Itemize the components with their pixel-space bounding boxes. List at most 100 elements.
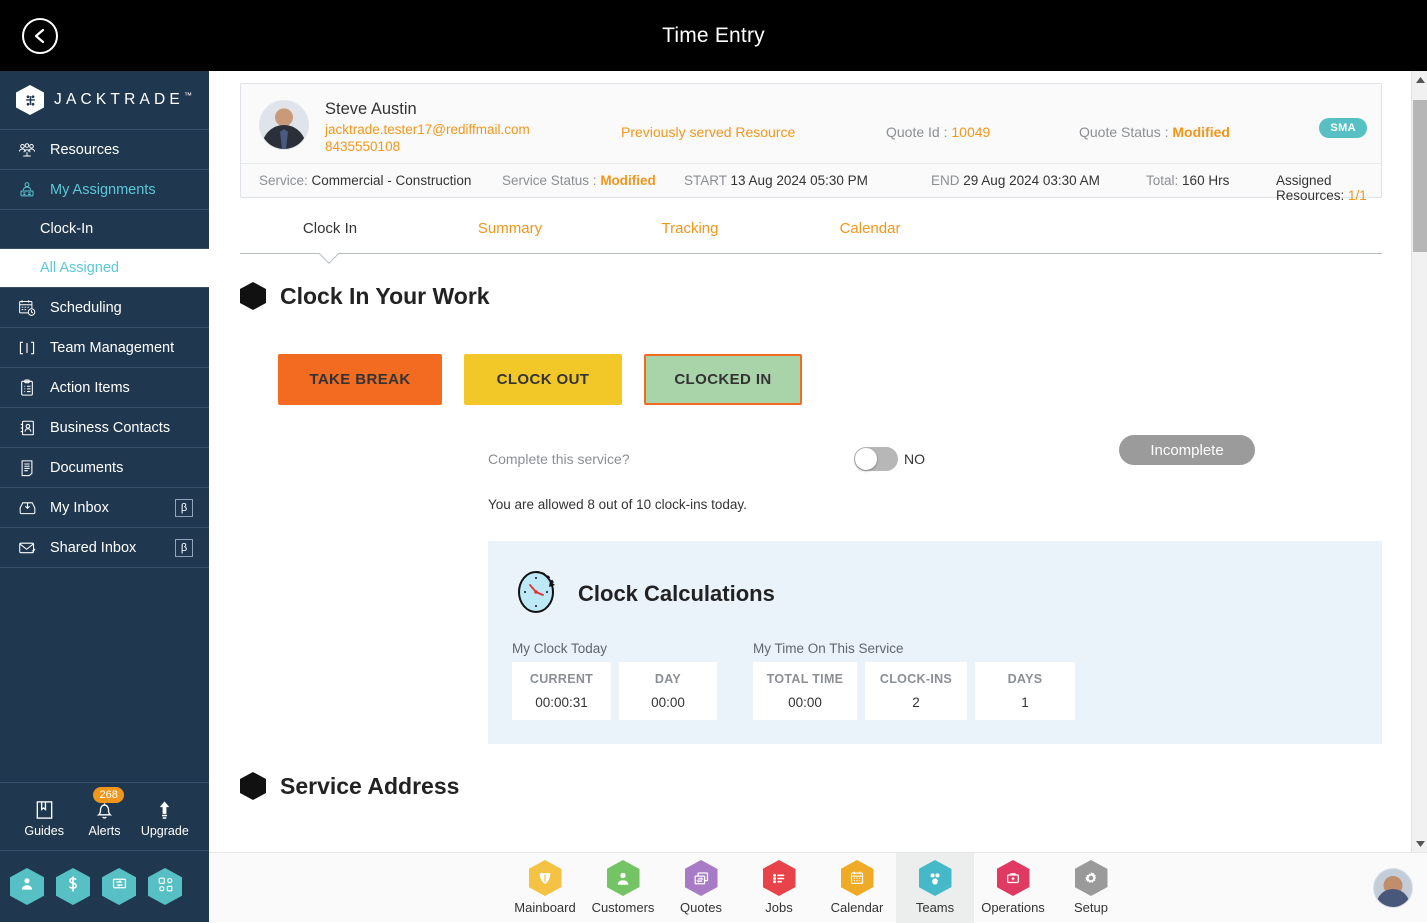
- resource-phone[interactable]: 8435550108: [325, 138, 530, 155]
- end-value: 29 Aug 2024 03:30 AM: [963, 173, 1100, 188]
- sidebar-item-label: My Inbox: [50, 500, 109, 516]
- bottom-nav-setup[interactable]: Setup: [1052, 853, 1130, 923]
- clocked-in-button[interactable]: CLOCKED IN: [644, 354, 802, 405]
- my-time-on-service-label: My Time On This Service: [753, 641, 904, 656]
- sidebar-quick-actions: [0, 851, 209, 922]
- guides-button[interactable]: Guides: [15, 795, 73, 838]
- sidebar-item-shared-inbox[interactable]: Shared Inbox β: [0, 528, 209, 568]
- stat-label: TOTAL TIME: [767, 672, 844, 686]
- complete-service-toggle[interactable]: [854, 447, 898, 471]
- bottom-navigation: Mainboard Customers Quotes: [209, 852, 1427, 922]
- sidebar-item-label: Action Items: [50, 380, 130, 396]
- upgrade-button[interactable]: Upgrade: [136, 795, 194, 838]
- start-field: START 13 Aug 2024 05:30 PM: [684, 173, 868, 188]
- tab-calendar[interactable]: Calendar: [780, 220, 960, 253]
- bottom-nav-operations[interactable]: Operations: [974, 853, 1052, 923]
- quote-id-value[interactable]: 10049: [951, 124, 990, 140]
- bottom-nav-label: Setup: [1074, 900, 1108, 915]
- bottom-nav-label: Quotes: [680, 900, 722, 915]
- quote-status-value: Modified: [1172, 124, 1230, 140]
- person-block: Steve Austin jacktrade.tester17@rediffma…: [325, 100, 530, 155]
- sidebar-item-my-inbox[interactable]: My Inbox β: [0, 488, 209, 528]
- sidebar-item-label: Business Contacts: [50, 420, 170, 436]
- sidebar: JACKTRADE™ Resources My Assignments Cloc…: [0, 71, 209, 922]
- clock-calculations-panel: Clock Calculations My Clock Today My Tim…: [488, 541, 1382, 744]
- app-logo[interactable]: JACKTRADE™: [0, 71, 209, 130]
- scroll-up-arrow[interactable]: [1412, 71, 1427, 88]
- stat-label: DAY: [655, 672, 681, 686]
- quick-action-payments[interactable]: [102, 868, 136, 905]
- stat-value: 00:00: [651, 695, 685, 710]
- bottom-nav-label: Calendar: [831, 900, 884, 915]
- bottom-nav-label: Operations: [981, 900, 1045, 915]
- quote-status: Quote Status : Modified: [1079, 124, 1230, 140]
- status-badge: SMA: [1319, 118, 1367, 138]
- previously-served-label: Previously served Resource: [621, 124, 795, 140]
- sidebar-item-documents[interactable]: Documents: [0, 448, 209, 488]
- clock-in-section-title: Clock In Your Work: [280, 283, 490, 310]
- sidebar-item-action-items[interactable]: Action Items: [0, 368, 209, 408]
- resource-info-top: Steve Austin jacktrade.tester17@rediffma…: [241, 94, 1381, 163]
- bottom-nav-quotes[interactable]: Quotes: [662, 853, 740, 923]
- quotes-icon: [685, 860, 718, 896]
- alerts-count-badge: 268: [93, 787, 123, 803]
- user-avatar-button[interactable]: [1373, 868, 1413, 908]
- stat-label: CLOCK-INS: [880, 672, 952, 686]
- top-bar: Time Entry: [0, 0, 1427, 71]
- sidebar-subitem-all-assigned[interactable]: All Assigned: [0, 249, 209, 288]
- bottom-nav-label: Customers: [592, 900, 655, 915]
- bottom-nav-calendar[interactable]: Calendar: [818, 853, 896, 923]
- scroll-down-arrow[interactable]: [1412, 835, 1427, 852]
- take-break-button[interactable]: TAKE BREAK: [278, 354, 442, 405]
- alerts-button[interactable]: 268 Alerts: [75, 795, 133, 838]
- sidebar-item-my-assignments[interactable]: My Assignments: [0, 170, 209, 210]
- assigned-resources-field: Assigned Resources: 1/1: [1276, 173, 1381, 203]
- stat-label: CURRENT: [530, 672, 593, 686]
- total-label: Total:: [1146, 173, 1178, 188]
- vertical-scrollbar[interactable]: [1411, 71, 1427, 852]
- app-logo-text: JACKTRADE™: [54, 91, 192, 109]
- sidebar-item-label: Shared Inbox: [50, 540, 136, 556]
- resources-icon: [16, 140, 38, 160]
- upgrade-label: Upgrade: [141, 824, 189, 838]
- sidebar-item-resources[interactable]: Resources: [0, 130, 209, 170]
- alerts-label: Alerts: [89, 824, 121, 838]
- bottom-nav-jobs[interactable]: Jobs: [740, 853, 818, 923]
- bottom-nav-mainboard[interactable]: Mainboard: [506, 853, 584, 923]
- customers-icon: [607, 860, 640, 896]
- clock-out-button[interactable]: CLOCK OUT: [464, 354, 622, 405]
- quick-action-profile[interactable]: [10, 868, 44, 905]
- my-inbox-icon: [16, 498, 38, 518]
- bottom-nav-teams[interactable]: Teams: [896, 853, 974, 923]
- tab-summary[interactable]: Summary: [420, 220, 600, 253]
- clock-in-allowance-text: You are allowed 8 out of 10 clock-ins to…: [488, 497, 1412, 512]
- resource-email[interactable]: jacktrade.tester17@rediffmail.com: [325, 121, 530, 138]
- sidebar-subitem-clock-in[interactable]: Clock-In: [0, 210, 209, 249]
- stopwatch-icon: [512, 565, 564, 622]
- page-title: Time Entry: [0, 24, 1427, 48]
- bottom-nav-label: Mainboard: [514, 900, 575, 915]
- stat-total-time: TOTAL TIME 00:00: [753, 662, 857, 720]
- scrollbar-thumb[interactable]: [1413, 100, 1427, 252]
- sidebar-item-scheduling[interactable]: Scheduling: [0, 288, 209, 328]
- stat-days: DAYS 1: [975, 662, 1075, 720]
- beta-badge: β: [175, 539, 193, 557]
- tab-tracking[interactable]: Tracking: [600, 220, 780, 253]
- start-value: 13 Aug 2024 05:30 PM: [731, 173, 868, 188]
- sidebar-item-business-contacts[interactable]: Business Contacts: [0, 408, 209, 448]
- quote-id-label: Quote Id :: [886, 124, 947, 140]
- bottom-nav-label: Teams: [916, 900, 954, 915]
- calendar-icon: [841, 860, 874, 896]
- stat-value: 2: [912, 695, 920, 710]
- sidebar-item-label: Documents: [50, 460, 123, 476]
- service-status-label: Service Status :: [502, 173, 597, 188]
- quick-action-billing[interactable]: [56, 868, 90, 905]
- book-icon: [34, 795, 55, 821]
- sidebar-item-label: Resources: [50, 142, 119, 158]
- team-management-icon: [16, 338, 38, 358]
- bottom-nav-customers[interactable]: Customers: [584, 853, 662, 923]
- status-badge-incomplete[interactable]: Incomplete: [1119, 435, 1255, 465]
- service-address-section-title: Service Address: [280, 773, 459, 800]
- sidebar-item-team-management[interactable]: Team Management: [0, 328, 209, 368]
- quick-action-workflow[interactable]: [148, 868, 182, 905]
